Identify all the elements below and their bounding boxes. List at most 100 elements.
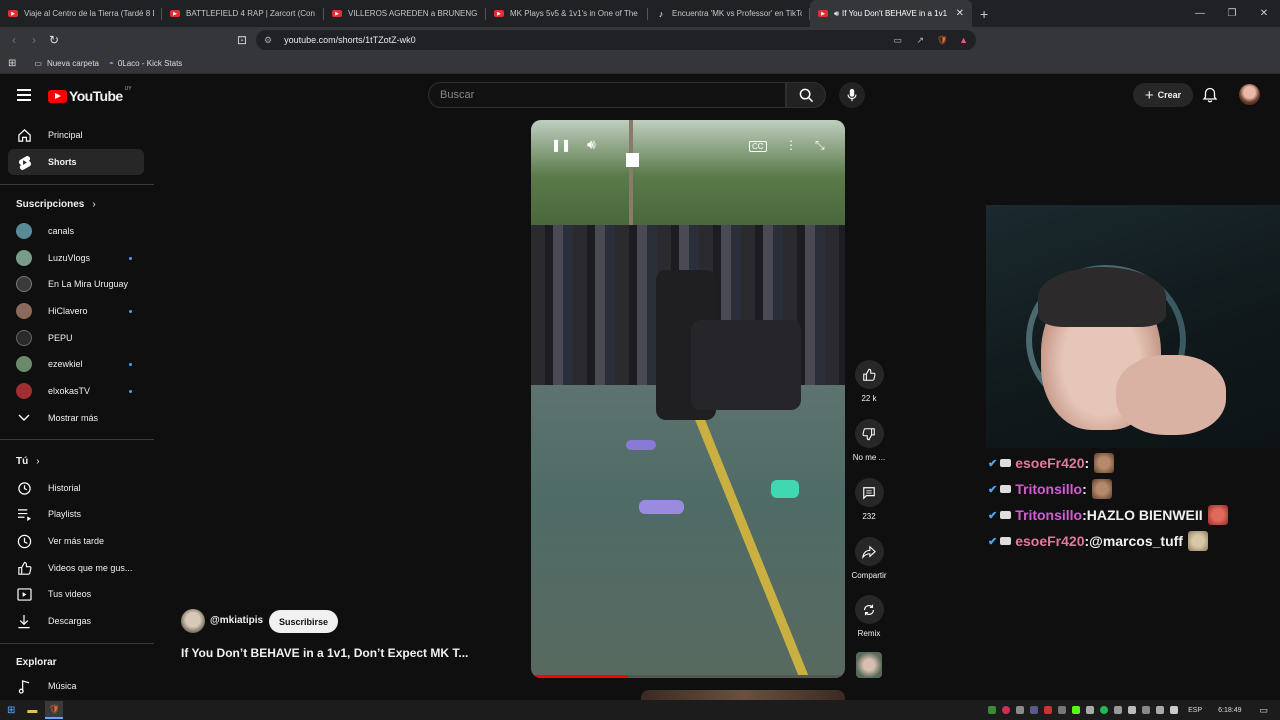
tray-app-icon[interactable]	[1002, 706, 1011, 714]
channel-avatar	[16, 250, 32, 266]
subscriptions-heading[interactable]: Suscripciones ›	[16, 199, 96, 210]
dislike-button[interactable]: No me ...	[851, 419, 887, 462]
close-window-icon[interactable]: ✕	[1248, 0, 1280, 27]
kick-tray-icon[interactable]	[1072, 706, 1081, 714]
close-tab-icon[interactable]: ✕	[956, 8, 964, 19]
sidebar-item-label: Descargas	[48, 616, 92, 626]
chevron-down-icon	[16, 410, 32, 426]
tray-app-icon[interactable]	[1044, 706, 1053, 714]
new-tab-icon[interactable]: +	[980, 6, 988, 22]
pause-icon[interactable]: ❚❚	[551, 138, 571, 152]
clock[interactable]: 6:18:49	[1218, 707, 1241, 714]
browser-tab[interactable]: ▶ MK Plays 5v5 & 1v1's in One of The M	[486, 0, 648, 27]
share-icon	[854, 537, 884, 566]
sidebar-item-tus-videos[interactable]: Tus videos	[8, 581, 144, 607]
bookmark-folder[interactable]: ▭ Nueva carpeta	[34, 59, 99, 68]
windows-start-icon[interactable]: ⊞	[7, 705, 15, 716]
fullscreen-icon[interactable]: ⤡	[815, 138, 825, 153]
url-field[interactable]: ⚙ youtube.com/shorts/1tTZotZ-wk0 ▭ ↗ 🛡︎ …	[256, 30, 976, 50]
channel-name[interactable]: @mkiatipis	[210, 615, 263, 626]
voice-search-button[interactable]	[839, 82, 865, 108]
tray-app-icon[interactable]	[1016, 706, 1025, 714]
subscription-luzuvlogs[interactable]: LuzuVlogs	[8, 245, 144, 271]
subscribe-button[interactable]: Suscribirse	[269, 610, 338, 633]
remix-button[interactable]: Remix	[851, 595, 887, 638]
tray-app-icon[interactable]	[1086, 706, 1095, 714]
subscription-en-la-mira[interactable]: En La Mira Uruguay	[8, 271, 144, 297]
browser-tab[interactable]: ▶ BATTLEFIELD 4 RAP | Zarcort (Con Pi	[162, 0, 324, 27]
subscription-canals[interactable]: canals	[8, 218, 144, 244]
subscription-hiclavero[interactable]: HiClavero	[8, 298, 144, 324]
spotify-tray-icon[interactable]	[1100, 706, 1109, 714]
share-button[interactable]: Compartir	[851, 537, 887, 580]
input-language[interactable]: ESP	[1188, 707, 1202, 714]
you-heading[interactable]: Tú ›	[16, 456, 40, 467]
video-progress-bar[interactable]	[531, 675, 845, 678]
sidebar-item-shorts[interactable]: Shorts	[8, 149, 144, 175]
hamburger-menu-icon[interactable]	[17, 89, 31, 104]
show-more-button[interactable]: Mostrar más	[8, 405, 144, 431]
sidebar-item-playlists[interactable]: Playlists	[8, 501, 144, 527]
brave-taskbar-icon[interactable]: 🛡︎	[45, 701, 64, 719]
search-input[interactable]: Buscar	[428, 82, 786, 108]
like-button[interactable]: 22 k	[851, 360, 887, 403]
captions-icon[interactable]: CC	[749, 141, 767, 152]
sidebar-item-ver-mas-tarde[interactable]: Ver más tarde	[8, 528, 144, 554]
brave-shields-icon[interactable]: 🛡︎	[937, 35, 948, 46]
youtube-favicon-icon: ▶	[818, 10, 828, 17]
speaker-icon: 🔊︎	[834, 8, 840, 18]
sidebar-item-principal[interactable]: Principal	[8, 122, 144, 148]
tray-app-icon[interactable]	[1142, 706, 1151, 714]
back-icon[interactable]: ‹	[4, 33, 24, 47]
verified-badge-icon: ✔	[988, 483, 998, 496]
tray-app-icon[interactable]	[988, 706, 997, 714]
sidebar-item-historial[interactable]: Historial	[8, 475, 144, 501]
account-avatar[interactable]	[1239, 84, 1260, 105]
tray-app-icon[interactable]	[1030, 706, 1039, 714]
sidebar-item-descargas[interactable]: Descargas	[8, 608, 144, 634]
sidebar-item-musica[interactable]: Música	[8, 673, 144, 699]
tray-app-icon[interactable]	[1058, 706, 1067, 714]
volume-tray-icon[interactable]	[1170, 706, 1179, 714]
short-title[interactable]: If You Don’t BEHAVE in a 1v1, Don’t Expe…	[181, 646, 468, 660]
file-explorer-icon[interactable]: ▬	[27, 705, 37, 716]
share-page-icon[interactable]: ↗	[916, 35, 924, 46]
cast-icon[interactable]: ▭	[893, 35, 902, 46]
sound-thumbnail[interactable]	[856, 652, 882, 678]
bookmark-icon[interactable]: ⊡	[232, 33, 252, 47]
brave-rewards-icon[interactable]: ▲	[959, 35, 968, 45]
subscription-ezewkiel[interactable]: ezewkiel	[8, 351, 144, 377]
apps-grid-icon[interactable]: ⊞	[8, 58, 16, 69]
restore-icon[interactable]: ❐	[1216, 0, 1248, 27]
browser-tab[interactable]: ♪ Encuentra 'MK vs Professor' en TikTo	[648, 0, 810, 27]
comments-button[interactable]: 232	[851, 478, 887, 521]
notifications-tray-icon[interactable]: ▭	[1259, 705, 1268, 716]
dislike-label: No me ...	[852, 453, 886, 462]
short-video-player[interactable]: ❚❚ 🔊︎ CC ⋮ ⤡	[531, 120, 845, 678]
sidebar-item-liked-videos[interactable]: Videos que me gus...	[8, 555, 144, 581]
more-vert-icon[interactable]: ⋮	[785, 138, 797, 152]
subscription-pepu[interactable]: PEPU	[8, 325, 144, 351]
youtube-logo[interactable]: YouTube UY	[48, 86, 132, 104]
channel-avatar	[16, 356, 32, 372]
browser-tab-active[interactable]: ▶ 🔊︎ If You Don't BEHAVE in a 1v1 ✕	[810, 0, 972, 27]
reload-icon[interactable]: ↻	[44, 33, 64, 47]
search-button[interactable]	[786, 82, 826, 108]
download-icon	[16, 613, 32, 629]
mic-tray-icon[interactable]	[1128, 706, 1137, 714]
volume-icon[interactable]: 🔊︎	[587, 136, 596, 153]
create-button[interactable]: + Crear	[1133, 83, 1193, 107]
history-icon	[16, 480, 32, 496]
tray-app-icon[interactable]	[1114, 706, 1123, 714]
minimize-icon[interactable]: —	[1184, 0, 1216, 27]
site-info-icon[interactable]: ⚙	[264, 35, 272, 46]
subscription-elxokastv[interactable]: elxokasTV	[8, 378, 144, 404]
network-icon[interactable]	[1156, 706, 1165, 714]
forward-icon[interactable]: ›	[24, 33, 44, 47]
browser-tab[interactable]: ▶ Viaje al Centro de la Tierra (Tardé 8 D	[0, 0, 162, 27]
video-frame-shoe	[639, 500, 684, 514]
browser-tab[interactable]: ▶ VILLEROS AGREDEN a BRUNENGER y	[324, 0, 486, 27]
notifications-button[interactable]	[1202, 87, 1218, 108]
channel-avatar[interactable]	[181, 609, 205, 633]
bookmark-link[interactable]: ◓ 0Laco - Kick Stats	[109, 59, 182, 68]
